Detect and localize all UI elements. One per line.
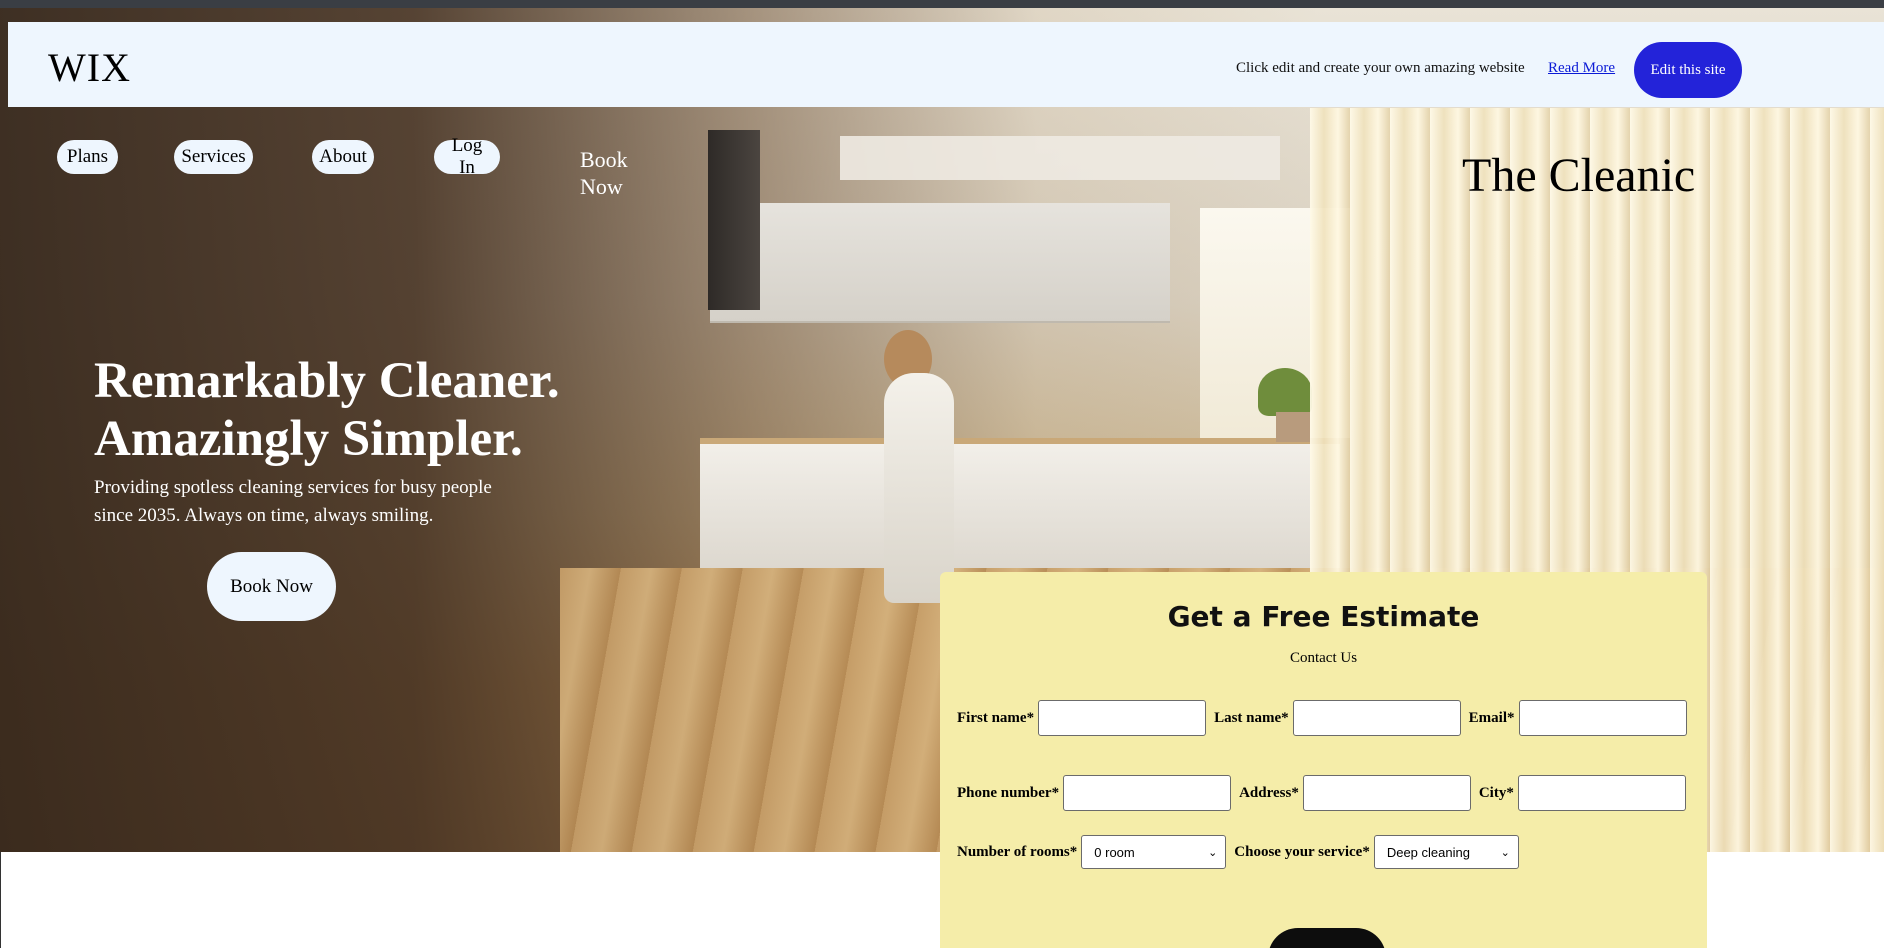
nav-plans[interactable]: Plans	[57, 140, 118, 174]
person-body-image	[884, 373, 954, 603]
email-label: Email*	[1468, 709, 1515, 726]
form-row-options: Number of rooms* 0 room ⌄ Choose your se…	[957, 835, 1527, 869]
submit-button[interactable]	[1268, 928, 1386, 948]
phone-field[interactable]	[1063, 775, 1232, 811]
service-label: Choose your service*	[1234, 843, 1370, 860]
wix-banner: WIX Click edit and create your own amazi…	[8, 22, 1884, 107]
last-name-label: Last name*	[1214, 709, 1289, 726]
site-brand-title: The Cleanic	[1462, 149, 1696, 202]
first-name-field[interactable]	[1038, 700, 1207, 736]
address-field[interactable]	[1302, 775, 1471, 811]
nav-login[interactable]: Log In	[434, 135, 500, 178]
chevron-down-icon: ⌄	[1208, 845, 1218, 859]
hero-title: Remarkably Cleaner. Amazingly Simpler.	[94, 352, 560, 468]
nav-services[interactable]: Services	[174, 140, 253, 174]
phone-label: Phone number*	[957, 784, 1060, 801]
form-row-contact: Phone number* Address* City*	[957, 775, 1694, 811]
city-field[interactable]	[1517, 775, 1686, 811]
first-name-label: First name*	[957, 709, 1035, 726]
form-row-names: First name* Last name* Email*	[957, 700, 1695, 736]
service-select[interactable]: Deep cleaning ⌄	[1373, 835, 1519, 869]
edit-site-button[interactable]: Edit this site	[1634, 42, 1742, 98]
estimate-form: Get a Free Estimate Contact Us First nam…	[940, 572, 1707, 948]
estimate-subtitle: Contact Us	[1289, 650, 1358, 666]
chevron-down-icon: ⌄	[1500, 845, 1510, 859]
nav-about[interactable]: About	[312, 140, 374, 174]
rooms-select[interactable]: 0 room ⌄	[1081, 835, 1227, 869]
hero-title-line1: Remarkably Cleaner.	[94, 353, 560, 409]
range-hood-image	[708, 130, 760, 310]
ceiling-image	[840, 136, 1280, 180]
hero-subtitle: Providing spotless cleaning services for…	[94, 477, 492, 526]
service-selected-value: Deep cleaning	[1386, 844, 1470, 860]
hero-book-now-button[interactable]: Book Now	[207, 552, 336, 621]
page-left-border	[0, 852, 1, 948]
rooms-label: Number of rooms*	[957, 843, 1078, 860]
nav-book-now[interactable]: Book Now	[580, 146, 650, 200]
browser-top-strip	[0, 0, 1884, 8]
kitchen-counter-image	[700, 438, 1340, 568]
address-label: Address*	[1239, 784, 1299, 801]
read-more-link[interactable]: Read More	[1548, 60, 1615, 77]
last-name-field[interactable]	[1292, 700, 1461, 736]
email-field[interactable]	[1518, 700, 1687, 736]
plant-image	[1258, 368, 1312, 416]
wix-logo: WIX	[48, 45, 131, 90]
hero-title-line2: Amazingly Simpler.	[94, 411, 523, 467]
banner-message: Click edit and create your own amazing w…	[1236, 60, 1525, 76]
plant-pot-image	[1276, 412, 1310, 442]
kitchen-cabinets-image	[710, 203, 1170, 323]
estimate-title: Get a Free Estimate	[1167, 600, 1480, 633]
city-label: City*	[1478, 784, 1514, 801]
rooms-selected-value: 0 room	[1094, 844, 1135, 860]
